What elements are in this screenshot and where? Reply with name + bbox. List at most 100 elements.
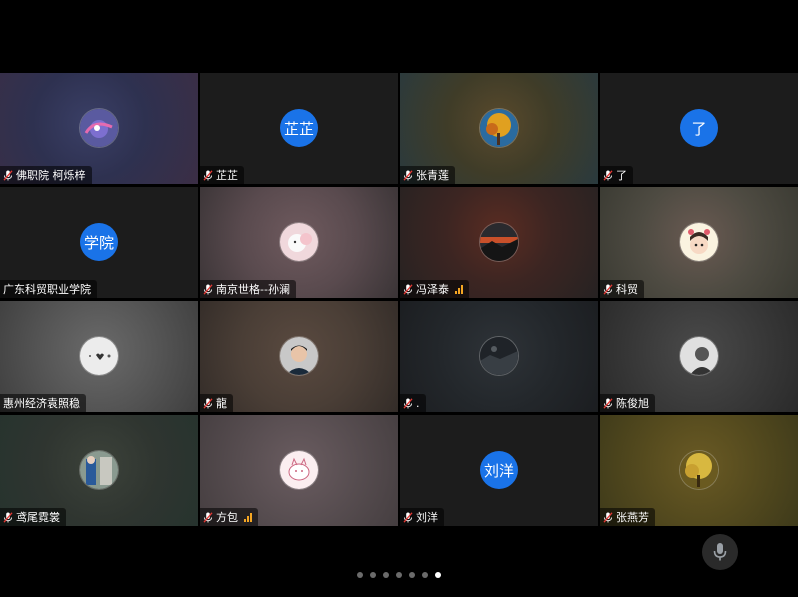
participant-avatar	[480, 337, 518, 375]
signal-bars-icon	[455, 284, 463, 294]
participant-avatar	[80, 109, 118, 147]
participant-avatar: 学院	[80, 223, 118, 261]
participant-avatar	[680, 337, 718, 375]
avatar-image-icon	[80, 337, 118, 375]
mic-off-icon	[603, 397, 613, 409]
avatar-image-icon	[480, 223, 518, 261]
participant-tile[interactable]: 科贸	[600, 187, 798, 298]
participant-name: 芷芷	[216, 169, 238, 182]
participant-avatar: 刘洋	[480, 451, 518, 489]
participant-tile[interactable]: 刘洋 刘洋	[400, 415, 598, 526]
participant-name: 龍	[216, 397, 227, 410]
participant-label: 了	[600, 166, 633, 184]
participant-avatar	[280, 223, 318, 261]
page-dot[interactable]	[396, 572, 402, 578]
participant-avatar	[680, 451, 718, 489]
participant-name: 冯泽泰	[416, 283, 449, 296]
participant-label: 陈俊旭	[600, 394, 655, 412]
participant-tile[interactable]: 张燕芳	[600, 415, 798, 526]
participant-grid: 佛职院 柯烁梓 芷芷 芷芷 张青莲了了学院 广东科贸职业学院 南京世格--孙澜 冯泽泰 科贸惠…	[0, 73, 798, 526]
participant-label: 刘洋	[400, 508, 444, 526]
mic-off-icon	[3, 169, 13, 181]
participant-name: 方包	[216, 511, 238, 524]
participant-label: 惠州经济袁照稳	[0, 394, 86, 412]
participant-name: 张青莲	[416, 169, 449, 182]
participant-label: 芷芷	[200, 166, 244, 184]
participant-name: 张燕芳	[616, 511, 649, 524]
participant-label: 佛职院 柯烁梓	[0, 166, 92, 184]
participant-label: 鸢尾霓裳	[0, 508, 66, 526]
mic-off-icon	[203, 397, 213, 409]
avatar-image-icon	[680, 451, 718, 489]
microphone-icon	[713, 543, 727, 561]
participant-label: 科贸	[600, 280, 644, 298]
page-indicator	[0, 572, 798, 578]
participant-avatar	[680, 223, 718, 261]
mic-off-icon	[3, 511, 13, 523]
page-dot[interactable]	[409, 572, 415, 578]
participant-avatar	[280, 451, 318, 489]
participant-label: 张青莲	[400, 166, 455, 184]
mic-off-icon	[603, 169, 613, 181]
participant-tile[interactable]: 龍	[200, 301, 398, 412]
avatar-image-icon	[80, 451, 118, 489]
mic-off-icon	[403, 397, 413, 409]
participant-tile[interactable]: 惠州经济袁照稳	[0, 301, 198, 412]
participant-tile[interactable]: 芷芷 芷芷	[200, 73, 398, 184]
mic-off-icon	[603, 511, 613, 523]
participant-name: 了	[616, 169, 627, 182]
participant-avatar	[280, 337, 318, 375]
page-dot[interactable]	[422, 572, 428, 578]
participant-name: .	[416, 396, 420, 410]
signal-bars-icon	[244, 512, 252, 522]
mic-off-icon	[403, 169, 413, 181]
participant-name: 南京世格--孙澜	[216, 283, 290, 296]
avatar-image-icon	[480, 337, 518, 375]
microphone-button[interactable]	[702, 534, 738, 570]
avatar-image-icon	[80, 109, 118, 147]
avatar-image-icon	[480, 109, 518, 147]
participant-avatar	[80, 451, 118, 489]
participant-label: 南京世格--孙澜	[200, 280, 296, 298]
mic-off-icon	[403, 511, 413, 523]
participant-tile[interactable]: 方包	[200, 415, 398, 526]
participant-avatar	[480, 223, 518, 261]
avatar-image-icon	[280, 337, 318, 375]
participant-name: 广东科贸职业学院	[3, 283, 91, 296]
mic-off-icon	[203, 169, 213, 181]
page-dot[interactable]	[383, 572, 389, 578]
participant-name: 惠州经济袁照稳	[3, 397, 80, 410]
avatar-image-icon	[280, 223, 318, 261]
participant-avatar	[480, 109, 518, 147]
participant-name: 刘洋	[416, 511, 438, 524]
participant-label: 广东科贸职业学院	[0, 280, 97, 298]
participant-tile[interactable]: 冯泽泰	[400, 187, 598, 298]
participant-name: 鸢尾霓裳	[16, 511, 60, 524]
participant-name: 佛职院 柯烁梓	[16, 169, 86, 182]
participant-tile[interactable]: 南京世格--孙澜	[200, 187, 398, 298]
participant-tile[interactable]: 陈俊旭	[600, 301, 798, 412]
participant-label: 方包	[200, 508, 258, 526]
participant-tile[interactable]: 学院广东科贸职业学院	[0, 187, 198, 298]
participant-tile[interactable]: 鸢尾霓裳	[0, 415, 198, 526]
page-dot[interactable]	[435, 572, 441, 578]
participant-name: 陈俊旭	[616, 397, 649, 410]
avatar-image-icon	[680, 337, 718, 375]
avatar-image-icon	[680, 223, 718, 261]
page-dot[interactable]	[370, 572, 376, 578]
participant-tile[interactable]: .	[400, 301, 598, 412]
mic-off-icon	[603, 283, 613, 295]
mic-off-icon	[203, 511, 213, 523]
participant-avatar: 芷芷	[280, 109, 318, 147]
participant-label: .	[400, 394, 426, 412]
participant-label: 龍	[200, 394, 233, 412]
page-dot[interactable]	[357, 572, 363, 578]
participant-avatar	[80, 337, 118, 375]
participant-tile[interactable]: 张青莲	[400, 73, 598, 184]
participant-tile[interactable]: 佛职院 柯烁梓	[0, 73, 198, 184]
mic-off-icon	[203, 283, 213, 295]
participant-name: 科贸	[616, 283, 638, 296]
participant-avatar: 了	[680, 109, 718, 147]
mic-off-icon	[403, 283, 413, 295]
participant-tile[interactable]: 了了	[600, 73, 798, 184]
